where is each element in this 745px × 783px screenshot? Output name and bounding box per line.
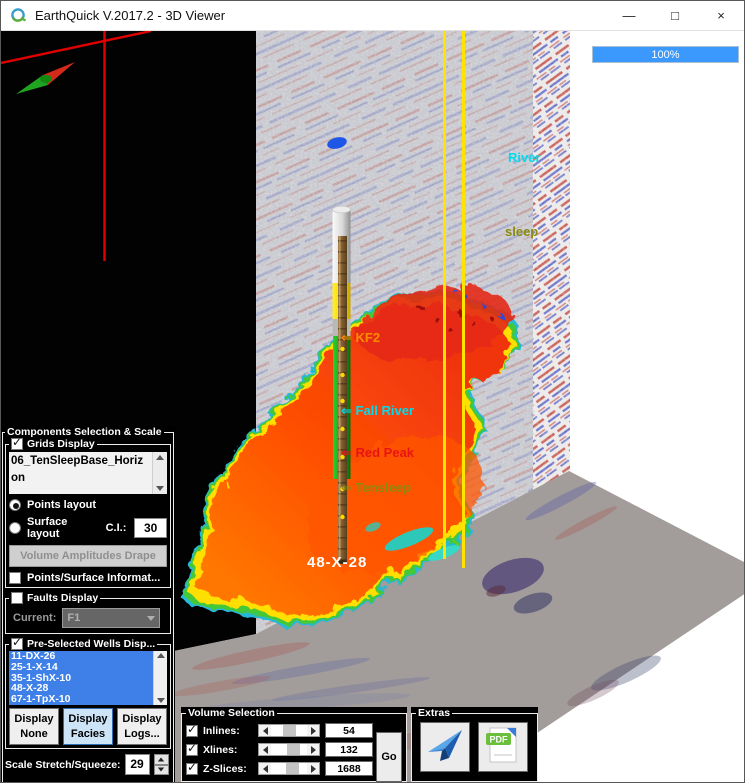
grids-display-checkbox[interactable]: ✓ [11, 436, 23, 450]
surface-layout-label: Surface layout [27, 516, 68, 540]
scroll-left-icon[interactable] [259, 763, 271, 774]
scroll-down-icon[interactable] [156, 486, 164, 491]
well-top-label: ⇐ Red Peak [341, 445, 415, 460]
progress-value: 100% [593, 47, 738, 62]
scale-stretch-label: Scale Stretch/Squeeze: [5, 758, 121, 771]
spin-down-button[interactable] [153, 764, 169, 775]
xlines-label: Xlines: [203, 743, 238, 756]
volume-selection-panel: Volume Selection ✓ Inlines: 54 ✓ Xlines: [181, 707, 407, 782]
scale-stretch-spinner[interactable] [153, 754, 169, 775]
scroll-down-icon[interactable] [156, 698, 165, 703]
components-panel: Components Selection & Scale ✓ Grids Dis… [1, 426, 175, 782]
points-layout-option[interactable]: Points layout [9, 499, 167, 511]
points-surface-info-label: Points/Surface Informat... [27, 572, 161, 584]
scroll-left-icon[interactable] [259, 725, 271, 736]
horizon-listbox[interactable]: 06_TenSleepBase_Horizon [9, 452, 167, 494]
inlines-row: ✓ Inlines: 54 [186, 722, 402, 739]
scroll-right-icon[interactable] [307, 725, 319, 736]
close-button[interactable]: × [698, 1, 744, 30]
well-label: sleep [505, 224, 539, 239]
extras-title: Extras [418, 707, 451, 719]
inlines-scrollbar[interactable] [258, 724, 320, 737]
app-window: EarthQuick V.2017.2 - 3D Viewer — □ × Ri… [0, 0, 745, 783]
components-group: Components Selection & Scale ✓ Grids Dis… [2, 426, 174, 782]
points-surface-info-checkbox[interactable] [9, 572, 21, 584]
preselected-wells-group: ✓ Pre-Selected Wells Disp... 11-DX-26 25… [5, 636, 171, 749]
faults-display-group: Faults Display Current: F1 [5, 592, 171, 634]
zslices-row: ✓ Z-Slices: 1688 [186, 760, 402, 777]
paper-plane-icon [425, 725, 465, 770]
extras-panel: Extras PDF [411, 707, 538, 782]
scroll-thumb[interactable] [287, 744, 301, 755]
current-fault-label: Current: [13, 612, 57, 624]
well-top-label: ⇐ KF2 [341, 330, 381, 345]
display-logs-button[interactable]: Display Logs... [117, 708, 167, 745]
list-item[interactable]: 67-1-TpX-10 [9, 694, 153, 705]
scroll-left-icon[interactable] [259, 744, 271, 755]
horizon-item[interactable]: 06_TenSleepBase_Horizon [9, 452, 151, 487]
faults-display-label: Faults Display [27, 592, 99, 604]
surface-layout-option[interactable]: Surface layout C.I.: 30 [9, 516, 167, 540]
scroll-up-icon[interactable] [156, 455, 164, 460]
scroll-up-icon[interactable] [156, 653, 165, 658]
well-top-label: ⇐ Fall River [341, 403, 415, 418]
points-layout-radio[interactable] [9, 499, 21, 511]
points-surface-info-option[interactable]: Points/Surface Informat... [9, 572, 167, 584]
chevron-down-icon [147, 615, 156, 621]
xlines-value[interactable]: 132 [325, 742, 373, 757]
titlebar: EarthQuick V.2017.2 - 3D Viewer — □ × [1, 1, 744, 31]
wells-listbox[interactable]: 11-DX-26 25-1-X-14 35-1-ShX-10 48-X-28 6… [9, 651, 167, 705]
xlines-row: ✓ Xlines: 132 [186, 741, 402, 758]
ci-label: C.I.: [105, 522, 127, 534]
scale-stretch-input[interactable]: 29 [124, 754, 150, 775]
components-group-title: Components Selection & Scale [7, 426, 162, 438]
well-name-label: 48-X-28 [307, 554, 368, 571]
inlines-label: Inlines: [203, 724, 240, 737]
display-none-button[interactable]: Display None [9, 708, 59, 745]
zslices-scrollbar[interactable] [258, 762, 320, 775]
volume-amplitudes-drape-button[interactable]: Volume Amplitudes Drape [9, 545, 167, 567]
scroll-thumb[interactable] [282, 725, 296, 736]
ci-input[interactable]: 30 [134, 518, 167, 538]
scroll-right-icon[interactable] [307, 763, 319, 774]
progress-bar: 100% [592, 46, 739, 63]
preselected-wells-label: Pre-Selected Wells Disp... [27, 638, 156, 650]
scroll-thumb[interactable] [286, 763, 300, 774]
scale-stretch-row: Scale Stretch/Squeeze: 29 [5, 754, 171, 775]
surface-layout-radio[interactable] [9, 522, 21, 534]
minimize-button[interactable]: — [606, 1, 652, 30]
current-fault-dropdown[interactable]: F1 [62, 608, 161, 628]
spin-up-button[interactable] [153, 754, 169, 765]
zslices-label: Z-Slices: [203, 762, 247, 775]
viewport-3d[interactable]: River sleep ⇐ KF2 ⇐ Fall River ⇐ Red Pea… [1, 31, 744, 782]
grids-display-label: Grids Display [27, 438, 95, 450]
horizon-list-scrollbar[interactable] [152, 452, 167, 494]
well-top-label: ⇐ Tensleep [341, 480, 411, 495]
volume-selection-title: Volume Selection [188, 707, 275, 719]
zslices-checkbox[interactable]: ✓ [186, 761, 198, 775]
window-title: EarthQuick V.2017.2 - 3D Viewer [35, 8, 226, 23]
points-layout-label: Points layout [27, 499, 97, 511]
grids-display-group: ✓ Grids Display 06_TenSleepBase_Horizon … [5, 436, 171, 588]
wells-list-scrollbar[interactable] [153, 651, 167, 705]
xlines-checkbox[interactable]: ✓ [186, 742, 198, 756]
preselected-wells-checkbox[interactable]: ✓ [11, 636, 23, 650]
pdf-icon: PDF [483, 725, 523, 770]
current-fault-value: F1 [67, 612, 81, 624]
maximize-button[interactable]: □ [652, 1, 698, 30]
xlines-scrollbar[interactable] [258, 743, 320, 756]
scroll-right-icon[interactable] [307, 744, 319, 755]
send-report-button[interactable] [420, 722, 470, 772]
inlines-checkbox[interactable]: ✓ [186, 723, 198, 737]
pdf-icon-label: PDF [490, 734, 509, 744]
display-facies-button[interactable]: Display Facies [63, 708, 113, 745]
inlines-value[interactable]: 54 [325, 723, 373, 738]
well-label: River [508, 150, 541, 165]
app-logo-icon [10, 7, 27, 24]
go-button[interactable]: Go [376, 732, 402, 782]
export-pdf-button[interactable]: PDF [478, 722, 528, 772]
list-item[interactable]: 25-1-X-14 [9, 661, 153, 673]
zslices-value[interactable]: 1688 [325, 761, 373, 776]
faults-display-checkbox[interactable] [11, 592, 23, 604]
